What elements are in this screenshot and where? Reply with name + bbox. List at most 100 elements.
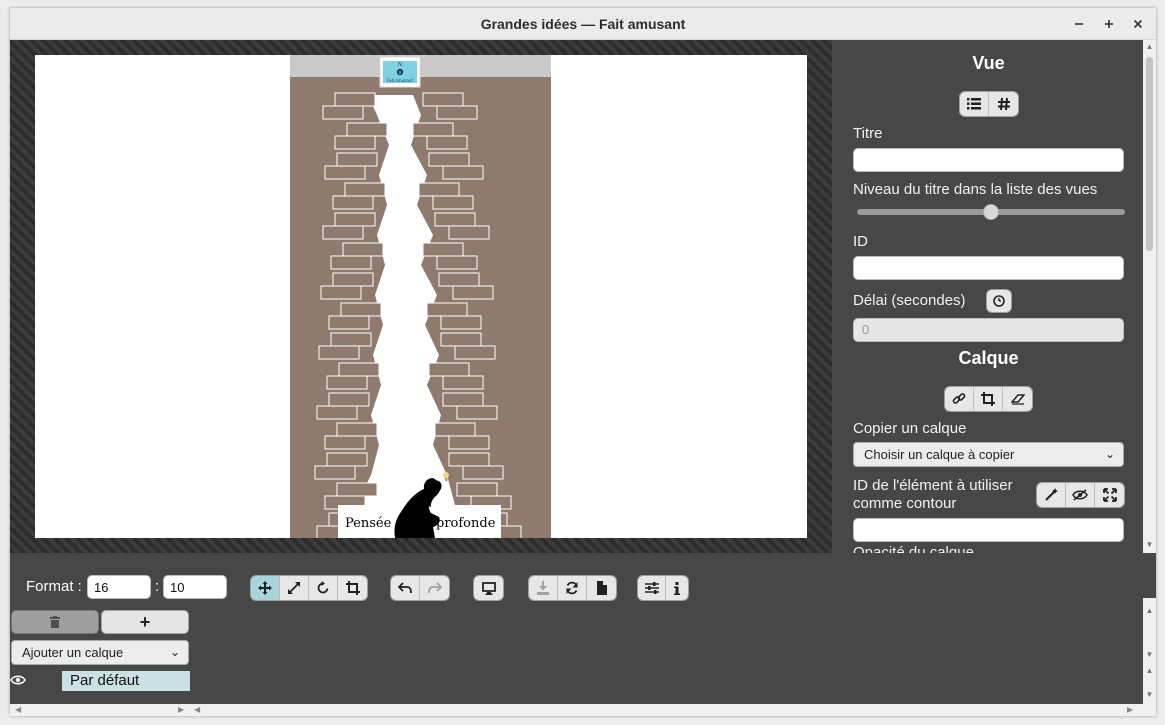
undo-icon[interactable] — [391, 576, 420, 600]
scroll-left-icon[interactable]: ◀ — [15, 705, 21, 714]
brick — [328, 315, 370, 330]
scroll-right-icon[interactable]: ▶ — [178, 705, 184, 714]
scroll-down-icon[interactable]: ▼ — [1143, 540, 1156, 549]
scroll-down-icon[interactable]: ▼ — [1143, 690, 1156, 699]
titre-input[interactable] — [853, 148, 1124, 172]
niveau-slider[interactable] — [857, 204, 1125, 220]
download-icon[interactable] — [529, 576, 558, 600]
brick — [330, 332, 372, 347]
slider-knob[interactable] — [983, 204, 999, 220]
brick — [442, 392, 484, 407]
panel-scrollbar[interactable]: ▲ ▼ — [1143, 40, 1156, 553]
brick — [436, 255, 478, 270]
brick — [426, 302, 468, 317]
brick — [324, 165, 366, 180]
format-height-input[interactable]: 10 — [163, 575, 227, 599]
trash-icon — [50, 616, 60, 628]
brick — [314, 465, 356, 480]
resize-icon[interactable] — [280, 576, 309, 600]
calque-tools-group — [944, 386, 1033, 412]
scroll-up-icon[interactable]: ▲ — [1143, 606, 1156, 615]
brick — [322, 105, 364, 120]
brick — [336, 482, 378, 497]
layer-item-default[interactable]: Par défaut — [62, 671, 190, 691]
clock-icon[interactable] — [986, 289, 1012, 313]
brick — [426, 135, 468, 150]
file-icon[interactable] — [587, 576, 616, 600]
titre-label: Titre — [853, 125, 883, 142]
close-icon[interactable] — [1128, 14, 1148, 34]
scroll-up-icon[interactable]: ▲ — [1143, 42, 1156, 51]
brick — [418, 182, 460, 197]
eraser-icon[interactable] — [1003, 387, 1032, 411]
vue-mode-group — [959, 91, 1019, 117]
minimize-icon[interactable] — [1069, 14, 1089, 34]
refresh-icon[interactable] — [558, 576, 587, 600]
crop-icon[interactable] — [974, 387, 1003, 411]
delete-layer-button[interactable] — [11, 610, 99, 634]
caption-right: profonde — [436, 516, 496, 531]
brick — [340, 302, 382, 317]
fun-fact-badge[interactable]: N Fait amusant — [379, 56, 421, 88]
id-input[interactable] — [853, 256, 1124, 280]
layer-list-scrollbar[interactable]: ▲ ▼ ▲ ▼ — [1143, 598, 1156, 704]
add-layer-select-value: Ajouter un calque — [22, 645, 124, 660]
brick — [334, 135, 376, 150]
file-tools — [528, 575, 617, 601]
brick — [440, 315, 482, 330]
copier-select-value: Choisir un calque à copier — [864, 447, 1015, 462]
brick — [452, 285, 494, 300]
list-icon[interactable] — [960, 92, 989, 116]
slide-canvas[interactable]: Pensée profonde N Fait amusant — [35, 55, 807, 538]
brick — [344, 182, 386, 197]
redo-icon[interactable] — [420, 576, 449, 600]
brick — [326, 375, 368, 390]
brick — [454, 345, 496, 360]
magic-wand-icon[interactable] — [1037, 483, 1066, 507]
format-width-input[interactable]: 16 — [87, 575, 151, 599]
brick — [336, 152, 378, 167]
brick — [326, 452, 368, 467]
brick — [462, 465, 504, 480]
delai-input[interactable]: 0 — [853, 318, 1124, 342]
format-label: Format : — [26, 578, 82, 595]
maximize-icon[interactable] — [1099, 14, 1119, 34]
expand-icon[interactable] — [1095, 483, 1124, 507]
copier-select[interactable]: Choisir un calque à copier ⌄ — [853, 442, 1124, 467]
scroll-left-icon[interactable]: ◀ — [194, 705, 200, 714]
brick — [442, 165, 484, 180]
app-window: Grandes idées — Fait amusant Pensée prof… — [10, 8, 1156, 716]
eye-icon[interactable] — [10, 674, 26, 686]
monitor-icon[interactable] — [474, 576, 503, 600]
hash-icon[interactable] — [989, 92, 1018, 116]
crop-tool-icon[interactable] — [338, 576, 367, 600]
add-layer-select[interactable]: Ajouter un calque ⌄ — [11, 640, 189, 665]
brick — [436, 105, 478, 120]
brick — [428, 152, 470, 167]
history-tools — [390, 575, 450, 601]
brick — [334, 212, 376, 227]
eye-slash-icon[interactable] — [1066, 483, 1095, 507]
brick — [338, 362, 380, 377]
rotate-icon[interactable] — [309, 576, 338, 600]
horizontal-scrollbar[interactable]: ◀ ▶ ◀ ▶ — [10, 704, 1156, 716]
element-id-label-1: ID de l'élément à utiliser — [853, 477, 1013, 494]
chevron-down-icon: ⌄ — [1104, 447, 1115, 461]
scroll-down-icon[interactable]: ▼ — [1143, 650, 1156, 659]
sliders-icon[interactable] — [638, 576, 666, 600]
brick — [422, 92, 464, 107]
brick — [432, 195, 474, 210]
window-title: Grandes idées — Fait amusant — [480, 16, 686, 32]
element-id-input[interactable] — [853, 518, 1124, 542]
info-icon[interactable] — [666, 576, 688, 600]
scroll-up-icon[interactable]: ▲ — [1143, 666, 1156, 675]
badge-top-text: N — [398, 62, 402, 68]
brick — [456, 405, 498, 420]
scrollbar-thumb[interactable] — [1146, 57, 1153, 251]
scroll-right-icon[interactable]: ▶ — [1127, 705, 1133, 714]
add-layer-button[interactable]: + — [101, 610, 189, 634]
link-icon[interactable] — [945, 387, 974, 411]
brick — [448, 435, 490, 450]
brick — [328, 392, 370, 407]
move-icon[interactable] — [251, 576, 280, 600]
